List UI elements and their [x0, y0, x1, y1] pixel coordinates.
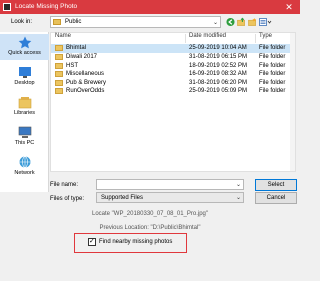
find-nearby-checkbox[interactable]: ✓ [88, 238, 96, 246]
file-row[interactable]: Bhimtal 25-09-2019 10:04 AM File folder [51, 44, 291, 53]
view-menu-icon [259, 18, 272, 26]
folder-icon [55, 71, 63, 77]
network-icon [19, 156, 30, 168]
app-icon [3, 3, 11, 11]
file-type: File folder [259, 62, 286, 69]
file-name: Diwali 2017 [66, 54, 98, 60]
place-network[interactable]: Network [0, 154, 49, 180]
place-this-pc[interactable]: This PC [0, 124, 49, 150]
back-button[interactable] [226, 17, 235, 27]
file-name: RunOverOdds [66, 88, 105, 94]
file-type: File folder [259, 71, 286, 77]
window-title: Locate Missing Photo [15, 3, 78, 10]
chevron-down-icon: ⌄ [212, 20, 218, 26]
previous-location: Previous Location: "D:\Public\Bhimtal" [99, 225, 201, 231]
folder-icon [53, 19, 61, 25]
file-row[interactable]: Diwali 2017 31-08-2019 06:15 PM File fol… [51, 53, 291, 62]
new-folder-icon [248, 17, 257, 26]
file-name: Miscellaneous [66, 71, 105, 77]
checkmark-icon: ✓ [89, 238, 95, 245]
file-date: 31-08-2019 06:15 PM [189, 54, 248, 60]
place-label: Desktop [14, 80, 35, 86]
place-label: Libraries [13, 110, 36, 116]
file-name-input[interactable]: ⌄ [96, 179, 244, 190]
file-name: HST [66, 62, 78, 69]
chevron-down-icon: ⌄ [235, 195, 241, 201]
computer-icon [18, 126, 31, 138]
file-date: 18-09-2019 02:52 PM [189, 62, 248, 69]
file-row[interactable]: Pub & Brewery 31-08-2019 06:20 PM File f… [51, 79, 291, 88]
place-desktop[interactable]: Desktop [0, 64, 49, 90]
select-button[interactable]: Select [255, 179, 297, 191]
file-name: Bhimtal [66, 45, 87, 51]
folder-icon [55, 62, 63, 69]
file-type-label: Files of type: [50, 196, 85, 202]
view-menu-button[interactable] [259, 17, 272, 27]
column-header-date[interactable]: Date modified [189, 33, 226, 44]
file-type: File folder [259, 54, 286, 60]
file-date: 25-09-2019 10:04 AM [189, 45, 247, 51]
star-icon [18, 36, 31, 49]
file-date: 16-09-2019 08:32 AM [189, 71, 247, 77]
folder-icon [55, 54, 63, 60]
vertical-scrollbar[interactable] [290, 33, 295, 171]
column-header-type[interactable]: Type [259, 33, 272, 44]
look-in-value: Public [65, 19, 82, 25]
file-type: File folder [259, 45, 286, 51]
file-row[interactable]: HST 18-09-2019 02:52 PM File folder [51, 62, 291, 71]
place-label: This PC [14, 140, 35, 146]
file-row[interactable]: RunOverOdds 25-09-2019 05:09 PM File fol… [51, 87, 291, 96]
folder-icon [55, 45, 63, 51]
place-label: Quick access [8, 50, 41, 56]
file-type: File folder [259, 79, 286, 86]
up-folder-icon [237, 17, 245, 26]
file-type: File folder [259, 88, 286, 94]
column-divider[interactable] [255, 34, 256, 43]
places-bar: Quick access Desktop Libraries This PC N… [0, 32, 49, 192]
title-bar: Locate Missing Photo ✕ [0, 0, 300, 14]
file-name: Pub & Brewery [66, 79, 107, 86]
file-type-value: Supported Files [101, 195, 144, 201]
folder-icon [55, 79, 63, 86]
file-date: 25-09-2019 05:09 PM [189, 88, 248, 94]
place-label: Network [14, 170, 35, 176]
find-nearby-label[interactable]: Find nearby missing photos [99, 239, 172, 245]
folder-icon [55, 88, 63, 94]
locate-message: Locate "WP_20180330_07_08_01_Pro.jpg" [91, 211, 209, 217]
look-in-dropdown[interactable]: Public ⌄ [50, 16, 221, 28]
file-row[interactable]: Miscellaneous 16-09-2019 08:32 AM File f… [51, 70, 291, 79]
file-date: 31-08-2019 06:20 PM [189, 79, 248, 86]
file-list[interactable]: Name Date modified Type Bhimtal 25-09-20… [50, 32, 296, 172]
look-in-label: Look in: [11, 19, 33, 25]
place-libraries[interactable]: Libraries [0, 94, 49, 120]
back-arrow-icon [226, 17, 235, 27]
file-name-label: File name: [50, 182, 79, 188]
place-quick-access[interactable]: Quick access [0, 34, 49, 60]
chevron-down-icon[interactable]: ⌄ [236, 181, 241, 188]
column-header-name[interactable]: Name [55, 33, 71, 44]
column-divider[interactable] [185, 34, 186, 43]
cancel-button[interactable]: Cancel [255, 192, 297, 204]
close-button[interactable]: ✕ [280, 1, 298, 13]
libraries-icon [18, 97, 31, 109]
file-type-dropdown[interactable]: Supported Files ⌄ [96, 192, 244, 203]
new-folder-button[interactable] [248, 17, 257, 27]
up-folder-button[interactable] [237, 17, 246, 27]
desktop-icon [18, 67, 31, 78]
